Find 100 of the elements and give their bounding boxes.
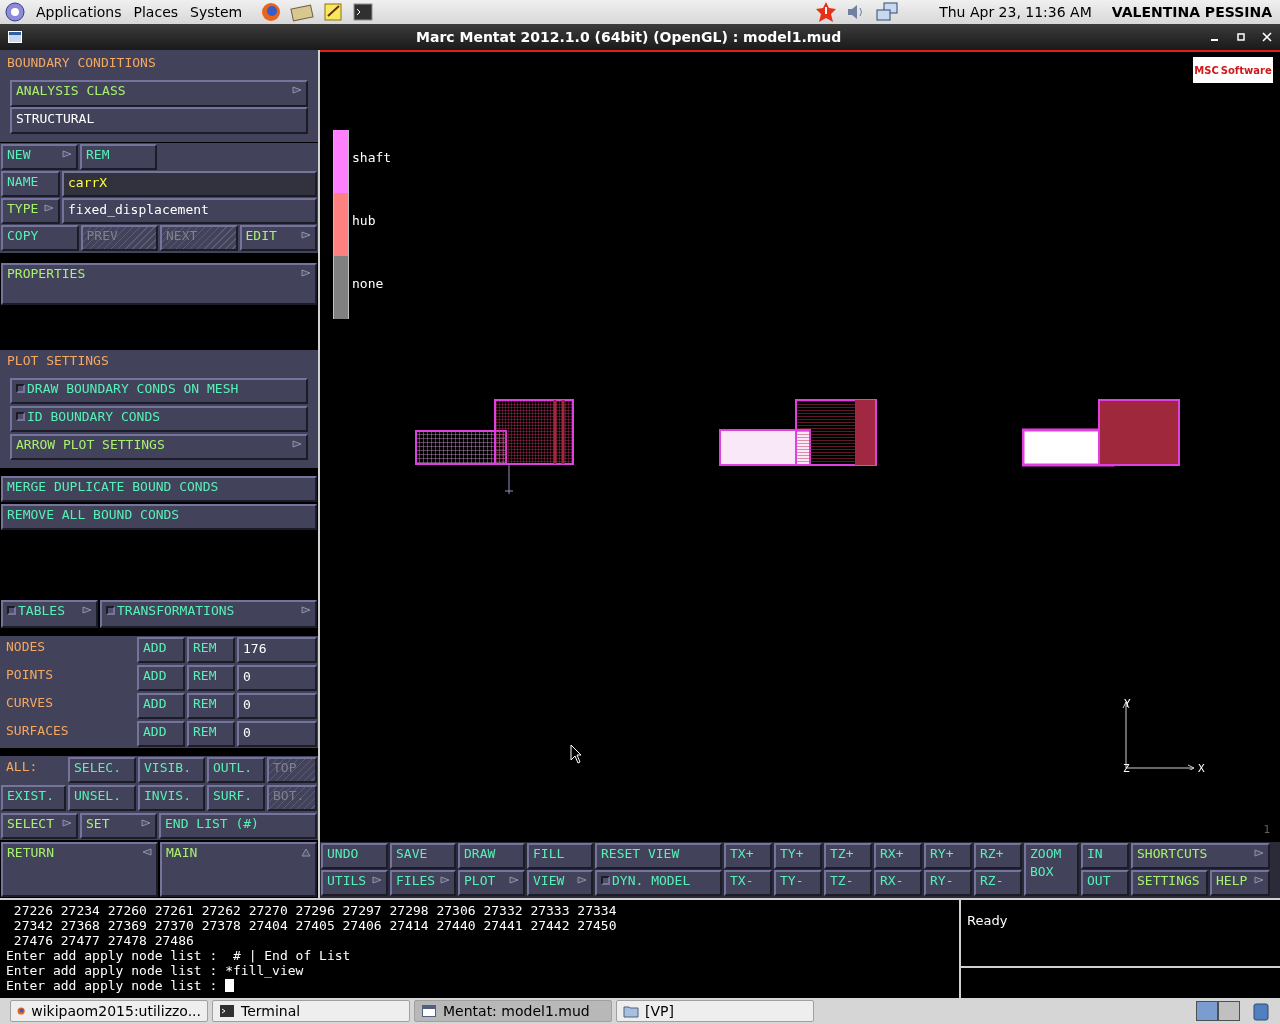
user-name[interactable]: VALENTINA PESSINA	[1111, 1, 1272, 23]
close-icon[interactable]	[1262, 32, 1272, 42]
toolbar-button[interactable]: RY-	[924, 870, 972, 896]
notepad-icon[interactable]	[322, 1, 345, 23]
network-icon[interactable]	[875, 1, 900, 23]
type-field[interactable]: fixed_displacement	[62, 198, 317, 224]
select-button[interactable]: END LIST (#)	[159, 813, 317, 839]
add-button[interactable]: ADD	[137, 665, 185, 691]
toolbar-button[interactable]: IN	[1081, 843, 1129, 869]
count-field[interactable]: 0	[237, 693, 317, 719]
toolbar-button[interactable]: VIEW	[527, 870, 593, 896]
properties-button[interactable]: PROPERTIES	[1, 263, 317, 305]
toolbar-button[interactable]: RESET VIEW	[595, 843, 722, 869]
select-button[interactable]: SELECT	[1, 813, 78, 839]
workspace-icon[interactable]	[1196, 1001, 1240, 1021]
type-button[interactable]: TYPE	[1, 198, 60, 224]
toolbar-button[interactable]: UNDO	[321, 843, 388, 869]
globe-icon[interactable]	[260, 1, 283, 23]
plot-setting-button[interactable]: ARROW PLOT SETTINGS	[10, 434, 308, 460]
remove-button[interactable]: REM	[187, 665, 235, 691]
viewport-number: 1	[1263, 821, 1270, 838]
count-field[interactable]: 0	[237, 721, 317, 747]
remove-button[interactable]: REM	[187, 721, 235, 747]
analysis-class-button[interactable]: ANALYSIS CLASS	[10, 80, 308, 107]
action-button[interactable]: REMOVE ALL BOUND CONDS	[1, 504, 317, 530]
select-button[interactable]: SET	[80, 813, 157, 839]
taskbar-item[interactable]: [VP]	[616, 1000, 814, 1022]
select-filter-button[interactable]: VISIB.	[138, 757, 205, 783]
nav-button[interactable]: COPY	[1, 225, 79, 251]
window-icon	[421, 1003, 437, 1019]
select-filter-button[interactable]: OUTL.	[207, 757, 265, 783]
select-filter-button[interactable]: UNSEL.	[68, 785, 136, 811]
remove-button[interactable]: REM	[187, 637, 235, 663]
plot-setting-button[interactable]: DRAW BOUNDARY CONDS ON MESH	[10, 378, 308, 404]
nav-button[interactable]: EDIT	[239, 225, 317, 251]
trash-icon[interactable]	[1252, 1001, 1270, 1021]
clock-text[interactable]: Thu Apr 23, 11:36 AM	[939, 1, 1092, 23]
toolbar-button[interactable]: TY-	[774, 870, 822, 896]
panel-menu[interactable]: System	[184, 1, 249, 23]
action-button[interactable]: MERGE DUPLICATE BOUND CONDS	[1, 476, 317, 502]
menu-button[interactable]: TABLES	[1, 600, 98, 628]
window-menu-icon[interactable]	[8, 31, 22, 43]
terminal-icon[interactable]	[352, 1, 375, 23]
folder-icon	[623, 1003, 639, 1019]
toolbar-button[interactable]: HELP	[1210, 870, 1270, 896]
new-button[interactable]: NEW	[1, 144, 78, 170]
add-button[interactable]: ADD	[137, 637, 185, 663]
name-button[interactable]: NAME	[1, 171, 60, 197]
triangle-icon	[141, 819, 151, 828]
panel-menu[interactable]: Places	[127, 1, 185, 23]
maximize-icon[interactable]	[1236, 32, 1246, 42]
select-filter-button[interactable]: EXIST.	[1, 785, 66, 811]
toolbar-button[interactable]: RX+	[874, 843, 922, 869]
panel-menu[interactable]: Applications	[30, 1, 128, 23]
add-button[interactable]: ADD	[137, 693, 185, 719]
triangle-icon	[301, 269, 311, 278]
remove-button[interactable]: REM	[80, 144, 157, 170]
toolbar-button[interactable]: TX+	[724, 843, 772, 869]
remove-button[interactable]: REM	[187, 693, 235, 719]
triangle-icon	[142, 848, 152, 857]
toolbar-button[interactable]: FILL	[527, 843, 593, 869]
toolbar-button[interactable]: TX-	[724, 870, 772, 896]
axis-label: Z	[1123, 761, 1130, 777]
toolbar-button[interactable]: PLOT	[458, 870, 525, 896]
toolbar-button[interactable]: FILES	[390, 870, 456, 896]
toolbar-button[interactable]: SETTINGS	[1131, 870, 1208, 896]
add-button[interactable]: ADD	[137, 721, 185, 747]
toolbar-button[interactable]: OUT	[1081, 870, 1129, 896]
toolbar-button[interactable]: SHORTCUTS	[1131, 843, 1270, 869]
main-button[interactable]: MAIN	[160, 842, 317, 897]
analysis-class-field[interactable]: STRUCTURAL	[10, 107, 308, 134]
return-button[interactable]: RETURN	[1, 842, 158, 897]
toolbar-button[interactable]: TZ-	[824, 870, 872, 896]
plot-setting-button[interactable]: ID BOUNDARY CONDS	[10, 406, 308, 432]
entity-label: POINTS	[5, 666, 54, 684]
toolbar-button[interactable]: TZ+	[824, 843, 872, 869]
select-filter-button[interactable]: SELEC.	[68, 757, 136, 783]
count-field[interactable]: 0	[237, 665, 317, 691]
taskbar-item[interactable]: Terminal	[212, 1000, 410, 1022]
triangle-icon	[301, 848, 311, 857]
name-field[interactable]: carrX	[62, 171, 317, 197]
triangle-icon	[292, 86, 302, 95]
count-field[interactable]: 176	[237, 637, 317, 663]
toolbar-button[interactable]: ZOOM BOX	[1024, 843, 1079, 896]
toolbar-button[interactable]: RZ-	[974, 870, 1022, 896]
taskbar-item[interactable]: wikipaom2015:utilizzo...	[10, 1000, 208, 1022]
toolbar-button[interactable]: SAVE	[390, 843, 456, 869]
toolbar-button[interactable]: TY+	[774, 843, 822, 869]
taskbar-item[interactable]: Mentat: model1.mud	[414, 1000, 612, 1022]
toolbar-button[interactable]: RY+	[924, 843, 972, 869]
select-filter-button[interactable]: SURF.	[207, 785, 265, 811]
toolbar-button[interactable]: DYN. MODEL	[595, 870, 722, 896]
toolbar-button[interactable]: RX-	[874, 870, 922, 896]
menu-button[interactable]: TRANSFORMATIONS	[100, 600, 317, 628]
toolbar-button[interactable]: DRAW	[458, 843, 525, 869]
alert-icon[interactable]	[815, 1, 838, 23]
select-filter-button[interactable]: INVIS.	[138, 785, 205, 811]
toolbar-button[interactable]: UTILS	[321, 870, 388, 896]
triangle-icon	[577, 876, 587, 885]
toolbar-button[interactable]: RZ+	[974, 843, 1022, 869]
